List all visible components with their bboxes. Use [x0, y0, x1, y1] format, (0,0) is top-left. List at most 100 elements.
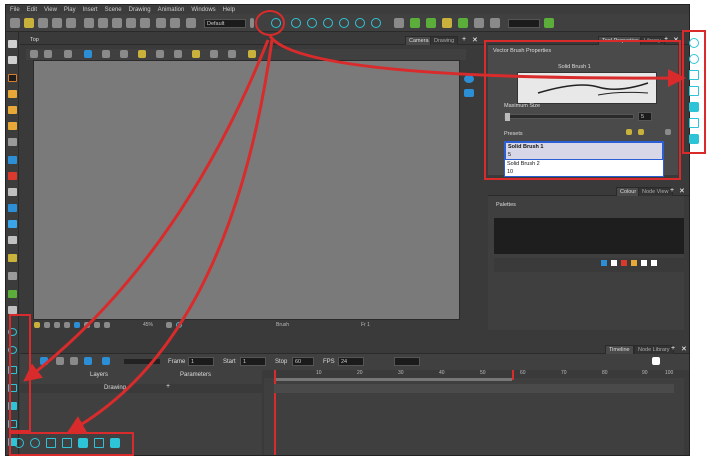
swatch-red[interactable] [621, 260, 627, 266]
tab-node-library[interactable]: Node Library [634, 345, 674, 354]
sound-icon[interactable] [84, 357, 92, 365]
cut-icon[interactable] [84, 18, 94, 28]
menu-edit[interactable]: Edit [27, 7, 37, 13]
right-transform-4-icon[interactable] [689, 86, 699, 96]
menu-animation[interactable]: Animation [158, 7, 185, 13]
bottom-transform-4-icon[interactable] [62, 438, 72, 448]
add-timeline-icon[interactable]: + [671, 345, 675, 352]
reset-view-icon[interactable] [192, 50, 200, 58]
undo-icon[interactable] [98, 18, 108, 28]
sound-scrub-icon[interactable] [102, 357, 110, 365]
bottom-transform-1-icon[interactable] [14, 438, 24, 448]
camera-view-icon[interactable] [464, 75, 474, 83]
tab-node-view[interactable]: Node View [638, 187, 673, 196]
menu-windows[interactable]: Windows [191, 7, 215, 13]
bottom-transform-7-icon[interactable] [110, 438, 120, 448]
status-b-icon[interactable] [54, 322, 60, 328]
settings-gear-icon[interactable] [44, 50, 52, 58]
checkmark-icon[interactable] [544, 18, 554, 28]
workspace-lock-icon[interactable] [250, 18, 254, 28]
menu-scene[interactable]: Scene [105, 7, 122, 13]
advanced-animation-2-icon[interactable] [291, 18, 301, 28]
menu-file[interactable]: File [10, 7, 20, 13]
stroke-icon[interactable] [8, 220, 17, 228]
menu-help[interactable]: Help [223, 7, 235, 13]
tab-drawing[interactable]: Drawing [430, 36, 459, 45]
swatch-mode-icon[interactable] [601, 260, 607, 266]
dropper-icon[interactable] [8, 188, 17, 196]
side-view-icon[interactable] [464, 89, 474, 97]
swatch-white-3[interactable] [651, 260, 657, 266]
light-table-icon[interactable] [84, 50, 92, 58]
menu-insert[interactable]: Insert [83, 7, 98, 13]
grid-icon[interactable] [8, 272, 17, 280]
bulb-icon[interactable] [248, 50, 256, 58]
loop-icon[interactable] [56, 357, 64, 365]
layer-row-drawing[interactable]: Drawing + [20, 383, 262, 393]
deform-combo[interactable] [508, 19, 540, 28]
new-scene-icon[interactable] [10, 18, 20, 28]
stop-input[interactable]: 60 [292, 357, 314, 366]
deform-3-icon[interactable] [490, 18, 500, 28]
menu-drawing[interactable]: Drawing [129, 7, 151, 13]
deform-icon[interactable] [394, 18, 404, 28]
status-f-icon[interactable] [94, 322, 100, 328]
paint-icon[interactable] [8, 122, 17, 130]
morph-icon[interactable] [8, 254, 17, 262]
frame-ruler[interactable]: 10 20 30 40 50 60 70 80 90 100 [264, 370, 684, 378]
playhead[interactable] [274, 370, 276, 455]
copy-icon[interactable] [126, 18, 136, 28]
palette-list[interactable] [494, 218, 684, 254]
preview-icon[interactable] [138, 50, 146, 58]
light-icon[interactable] [34, 322, 40, 328]
first-frame-icon[interactable] [70, 357, 78, 365]
status-e-icon[interactable] [84, 322, 90, 328]
bottom-transform-2-icon[interactable] [30, 438, 40, 448]
right-transform-5-icon[interactable] [689, 102, 699, 112]
right-transform-7-icon[interactable] [689, 134, 699, 144]
menu-icon[interactable] [30, 50, 38, 58]
deform-2-icon[interactable] [474, 18, 484, 28]
advanced-animation-6-icon[interactable] [355, 18, 365, 28]
status-c-icon[interactable] [64, 322, 70, 328]
fps-input[interactable]: 24 [338, 357, 364, 366]
swatch-orange[interactable] [631, 260, 637, 266]
export-icon[interactable] [66, 18, 76, 28]
swatch-white[interactable] [611, 260, 617, 266]
contour-editor-icon[interactable] [8, 56, 17, 64]
drawing-track[interactable] [274, 384, 674, 393]
eraser-icon[interactable] [8, 106, 17, 114]
curve-icon[interactable] [458, 18, 468, 28]
right-transform-3-icon[interactable] [689, 70, 699, 80]
play-icon[interactable] [40, 357, 48, 365]
right-transform-2-icon[interactable] [689, 54, 699, 64]
zoom-icon[interactable] [174, 50, 182, 58]
text-icon[interactable] [8, 138, 17, 146]
tab-timeline[interactable]: Timeline [605, 345, 634, 354]
menu-view[interactable]: View [44, 7, 57, 13]
envelope-icon[interactable] [442, 18, 452, 28]
select-icon[interactable] [8, 40, 17, 48]
advanced-animation-7-icon[interactable] [371, 18, 381, 28]
advanced-animation-3-icon[interactable] [307, 18, 317, 28]
deformer-icon[interactable] [426, 18, 436, 28]
delete-icon[interactable] [156, 18, 166, 28]
bottom-transform-6-icon[interactable] [94, 438, 104, 448]
bottom-transform-3-icon[interactable] [46, 438, 56, 448]
pencil-icon[interactable] [8, 90, 17, 98]
start-input[interactable]: 1 [240, 357, 266, 366]
paint-unpainted-icon[interactable] [8, 204, 17, 212]
magnet-icon[interactable] [8, 290, 17, 298]
shift-trace-icon[interactable] [120, 50, 128, 58]
redo-icon[interactable] [112, 18, 122, 28]
tab-colour[interactable]: Colour [616, 187, 641, 196]
right-transform-6-icon[interactable] [689, 118, 699, 128]
advanced-animation-4-icon[interactable] [323, 18, 333, 28]
status-d-icon[interactable] [74, 322, 80, 328]
menu-play[interactable]: Play [64, 7, 76, 13]
tab-camera[interactable]: Camera [405, 36, 433, 45]
frame-input[interactable]: 1 [188, 357, 214, 366]
add-colour-panel-icon[interactable]: + [670, 187, 674, 194]
workspace-select[interactable]: Default [204, 19, 246, 28]
hand-icon[interactable] [8, 236, 17, 244]
